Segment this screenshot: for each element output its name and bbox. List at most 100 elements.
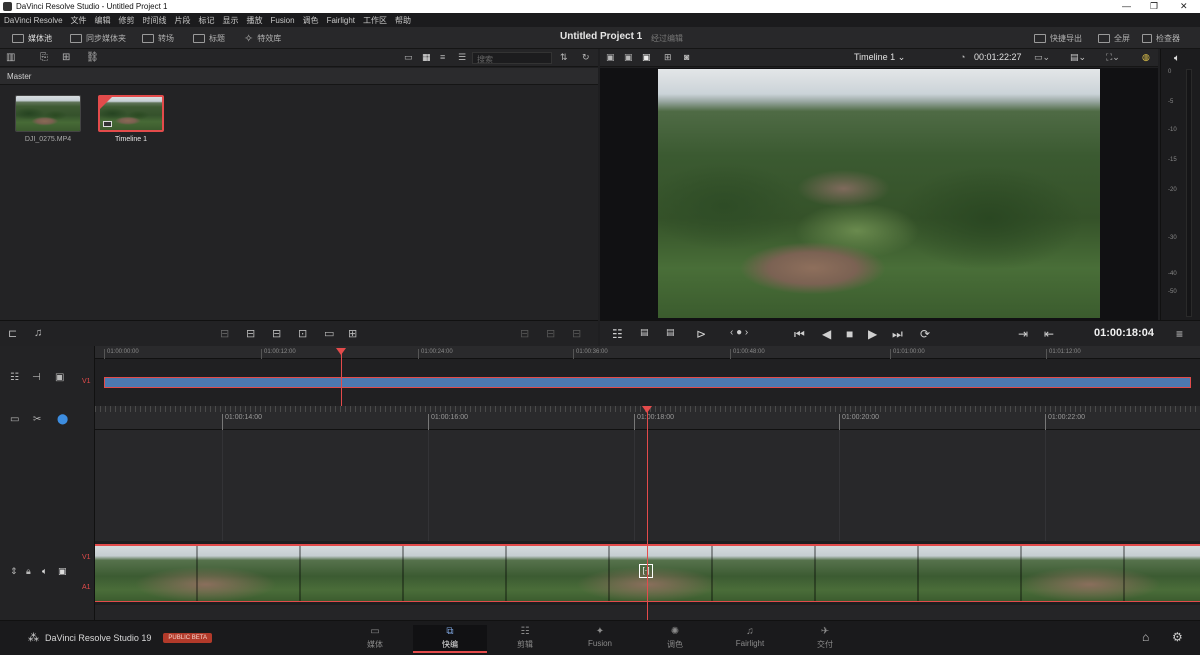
metadata-view-icon[interactable]: ☰ (458, 52, 466, 63)
ripple-overwrite-icon[interactable]: ⊟ (272, 327, 281, 340)
play-icon[interactable]: ▶ (868, 327, 877, 341)
lock-icon[interactable]: 🔒︎ (26, 566, 31, 577)
menu-view[interactable]: 显示 (223, 15, 239, 26)
transitions-button[interactable]: 转场 (142, 31, 174, 45)
go-to-start-icon[interactable]: ⏮ (794, 327, 805, 342)
export-frame-icon[interactable]: ⊳ (696, 327, 706, 341)
track-tool-icon[interactable]: ⊣ (32, 372, 41, 383)
page-cut[interactable]: ⧉ 快编 (413, 625, 487, 653)
sidebar-toggle-icon[interactable]: ▥ (6, 52, 15, 63)
append-icon[interactable]: ⊟ (246, 327, 255, 340)
menu-file[interactable]: 文件 (71, 15, 87, 26)
media-clip-dji[interactable]: DJI_0275.MP4 (15, 95, 81, 143)
menu-fusion[interactable]: Fusion (271, 16, 295, 25)
multicam-icon[interactable]: ⊞ (664, 52, 672, 63)
menu-davinci[interactable]: DaVinci Resolve (4, 16, 63, 25)
track-clip-icon[interactable]: ▣ (55, 372, 64, 383)
quick-export-button[interactable]: 快捷导出 (1034, 31, 1082, 45)
media-pool-button[interactable]: 媒体池 (12, 31, 52, 45)
page-media[interactable]: ▭ 媒体 (338, 625, 412, 653)
menu-timeline[interactable]: 时间线 (143, 15, 167, 26)
menu-workspace[interactable]: 工作区 (363, 15, 387, 26)
mute-icon[interactable]: 🔈︎ (42, 566, 47, 577)
audio-track-icon[interactable]: ♫ (34, 327, 42, 339)
menu-trim[interactable]: 修剪 (119, 15, 135, 26)
mark-in-icon[interactable]: ⇥ (1018, 327, 1028, 341)
settings-gear-icon[interactable]: ⚙ (1172, 630, 1183, 644)
menu-clip[interactable]: 片段 (175, 15, 191, 26)
menu-help[interactable]: 帮助 (395, 15, 411, 26)
page-color[interactable]: ✺ 调色 (638, 625, 712, 653)
media-clip-timeline[interactable]: Timeline 1 (98, 95, 164, 143)
page-edit[interactable]: ☷ 剪辑 (488, 625, 562, 653)
track-options-icon[interactable]: ☷ (10, 372, 19, 383)
upper-timeline-track[interactable] (95, 359, 1200, 406)
menu-fairlight[interactable]: Fairlight (327, 16, 355, 25)
loop-icon[interactable]: ⟳ (920, 327, 930, 341)
track-height-icon[interactable]: ⇕ (10, 566, 18, 577)
clip-view-icon[interactable]: ▭ (10, 414, 19, 425)
close-icon[interactable]: ✕ (1180, 1, 1188, 12)
sort-icon[interactable]: ⇅ (560, 52, 568, 63)
list-view-icon[interactable]: ≡ (440, 52, 445, 62)
close-up-icon[interactable]: ⊡ (298, 327, 307, 340)
menu-edit[interactable]: 编辑 (95, 15, 111, 26)
upper-timeline-ruler[interactable]: 01:00:00:00 01:00:12:00 01:00:24:00 01:0… (95, 346, 1200, 359)
home-icon[interactable]: ⌂ (1142, 630, 1149, 644)
go-to-end-icon[interactable]: ⏭ (892, 327, 903, 342)
timeline-selector[interactable]: Timeline 1 ⌄ (854, 52, 905, 63)
page-deliver[interactable]: ✈ 交付 (788, 625, 862, 653)
import-folder-icon[interactable]: ⊞ (62, 52, 70, 63)
place-on-top-icon[interactable]: ▭ (324, 327, 334, 340)
page-fusion[interactable]: ✦ Fusion (563, 625, 637, 653)
media-search-input[interactable]: 搜索 (472, 52, 552, 64)
clip-audio-icon[interactable]: ▤ (640, 327, 649, 338)
video-track-icon[interactable]: ⊏ (8, 327, 17, 340)
upper-timeline-clip[interactable] (104, 377, 1191, 388)
restore-icon[interactable]: ❐ (1150, 1, 1158, 12)
play-reverse-icon[interactable]: ◀ (822, 327, 831, 341)
page-fairlight[interactable]: ♫ Fairlight (713, 625, 787, 653)
minimize-icon[interactable]: — (1122, 1, 1131, 11)
fit-icon[interactable]: ⊟ (572, 327, 581, 340)
link-icon[interactable]: ⛓ (86, 52, 99, 63)
zoom-icon[interactable]: ⊟ (546, 327, 555, 340)
smart-insert-icon[interactable]: ⊟ (220, 327, 229, 340)
menu-playback[interactable]: 播放 (247, 15, 263, 26)
safe-mode-icon[interactable]: ▤ (666, 327, 675, 338)
source-overwrite-icon[interactable]: ⊞ (348, 327, 357, 340)
fullscreen-button[interactable]: 全屏 (1098, 31, 1130, 45)
viewer-layout-icon[interactable]: ▭⌄ (1034, 52, 1050, 63)
strip-view-icon[interactable]: ▭ (404, 52, 413, 63)
inspector-button[interactable]: 检查器 (1142, 31, 1180, 45)
volume-icon[interactable]: 🔈︎ (1174, 53, 1180, 64)
mark-out-icon[interactable]: ⇤ (1044, 327, 1054, 341)
prev-clip-icon[interactable]: ‹ ● › (730, 327, 748, 338)
stop-icon[interactable]: ■ (846, 327, 853, 341)
import-media-icon[interactable]: ⎘ (40, 52, 48, 63)
thumbnail-view-icon[interactable]: ▦ (422, 52, 431, 63)
settings-sliders-icon[interactable]: ☷ (612, 327, 623, 341)
upper-playhead[interactable] (341, 352, 342, 406)
timeline-view-icon[interactable]: ▣ (642, 52, 651, 63)
sync-bin-button[interactable]: 同步媒体夹 (70, 31, 126, 45)
menu-color[interactable]: 调色 (303, 15, 319, 26)
menu-mark[interactable]: 标记 (199, 15, 215, 26)
color-sync-icon[interactable]: ◍ (1142, 52, 1150, 63)
viewer[interactable] (600, 68, 1158, 320)
output-icon[interactable]: ▤⌄ (1070, 52, 1086, 63)
trim-marker-icon[interactable]: [·] (639, 564, 653, 578)
source-tape-icon[interactable]: ▣ (624, 52, 633, 63)
safe-area-icon[interactable]: ⛶⌄ (1106, 52, 1120, 63)
titles-button[interactable]: 标题 (193, 31, 225, 45)
lower-playhead[interactable] (647, 410, 648, 620)
flag-icon[interactable]: ⬤ (57, 414, 68, 425)
scissors-icon[interactable]: ✂ (33, 414, 41, 425)
viewer-menu-icon[interactable]: ≡ (1176, 327, 1183, 341)
camera-icon[interactable]: ◙ (684, 52, 689, 62)
monitor-icon[interactable]: ▣ (58, 566, 67, 577)
source-clip-icon[interactable]: ▣ (606, 52, 615, 63)
refresh-icon[interactable]: ↻ (582, 52, 590, 63)
effects-button[interactable]: ✧ 特效库 (244, 31, 281, 45)
dual-timeline-icon[interactable]: ⊟ (520, 327, 529, 340)
